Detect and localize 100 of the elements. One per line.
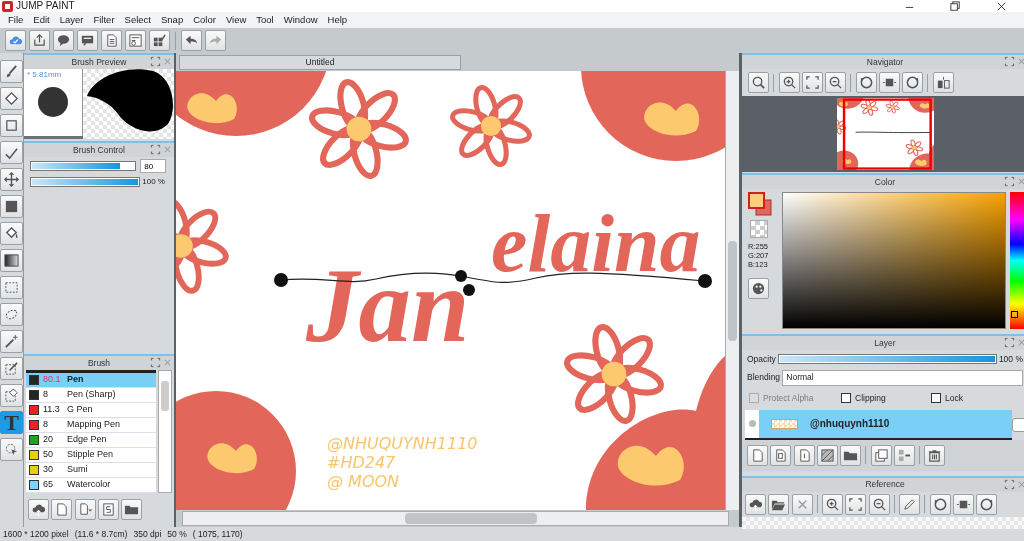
lasso-tool-button[interactable] bbox=[0, 303, 23, 326]
menu-item[interactable]: Color bbox=[188, 12, 221, 28]
rotate-left-button[interactable] bbox=[929, 493, 951, 515]
menu-item[interactable]: View bbox=[220, 12, 252, 28]
selection-eraser-tool-button[interactable] bbox=[0, 384, 23, 407]
paint-bucket-tool-button[interactable] bbox=[0, 222, 23, 245]
menu-item[interactable]: Tool bbox=[251, 12, 279, 28]
brush-list-item[interactable]: 30 Sumi bbox=[26, 463, 156, 478]
flip-button[interactable] bbox=[878, 72, 900, 93]
cloud-upload-button[interactable] bbox=[745, 493, 766, 515]
rotate-left-button[interactable] bbox=[855, 72, 877, 93]
scrollbar-thumb[interactable] bbox=[161, 381, 169, 411]
brush-list-item[interactable]: 50 Stipple Pen bbox=[26, 448, 156, 463]
vertical-scrollbar[interactable] bbox=[725, 71, 739, 510]
palette-button[interactable] bbox=[748, 278, 769, 299]
hatched-page-button[interactable] bbox=[816, 444, 838, 466]
scrollbar[interactable] bbox=[1012, 417, 1024, 432]
save-brush-button[interactable] bbox=[97, 499, 119, 520]
menu-item[interactable]: Filter bbox=[88, 12, 120, 28]
move-arrows-tool-button[interactable] bbox=[0, 168, 23, 191]
layer-row[interactable]: @nhuquynh1110 bbox=[745, 409, 1012, 440]
undo-button[interactable] bbox=[181, 30, 202, 51]
float-panel-icon[interactable] bbox=[1004, 478, 1015, 490]
brush-list-item[interactable]: 11.3 G Pen bbox=[26, 403, 156, 418]
brush-tool-button[interactable] bbox=[0, 60, 23, 83]
zoom-button[interactable] bbox=[748, 72, 769, 93]
checkbox[interactable] bbox=[931, 393, 941, 404]
float-panel-icon[interactable] bbox=[1004, 56, 1015, 67]
zoom-in-button[interactable] bbox=[822, 493, 843, 515]
zoom-in-button[interactable] bbox=[778, 72, 800, 93]
fit-screen-button[interactable] bbox=[801, 72, 823, 93]
pen-button[interactable] bbox=[899, 493, 920, 515]
float-panel-icon[interactable] bbox=[1004, 176, 1015, 187]
brush-list-item[interactable]: 80.1 Pen bbox=[26, 373, 156, 388]
text-tool-button[interactable]: T bbox=[0, 411, 23, 434]
scrollbar-thumb[interactable] bbox=[405, 513, 537, 524]
transparent-swatch[interactable] bbox=[750, 220, 768, 238]
brush-list-item[interactable]: 8 Pen (Sharp) bbox=[26, 388, 156, 403]
hue-slider[interactable] bbox=[1010, 192, 1024, 329]
folder-button[interactable] bbox=[840, 444, 861, 466]
open-folder-button[interactable] bbox=[768, 493, 790, 515]
grid-edit-button[interactable] bbox=[149, 30, 170, 51]
menu-item[interactable]: Edit bbox=[28, 12, 55, 28]
duplicate-button[interactable] bbox=[870, 444, 892, 466]
blending-dropdown[interactable]: Normal bbox=[782, 369, 1023, 386]
page-8bit-button[interactable] bbox=[770, 444, 792, 466]
float-panel-icon[interactable] bbox=[150, 56, 161, 67]
float-panel-icon[interactable] bbox=[150, 357, 161, 368]
page-1bit-button[interactable] bbox=[793, 444, 815, 466]
selection-pen-tool-button[interactable] bbox=[0, 357, 23, 380]
folder-button[interactable] bbox=[121, 499, 142, 520]
trash-button[interactable] bbox=[924, 444, 946, 466]
menu-item[interactable]: Help bbox=[322, 12, 353, 28]
flip-button[interactable] bbox=[952, 493, 974, 515]
opacity-reading: 100 % bbox=[998, 353, 1023, 366]
menu-item[interactable]: File bbox=[3, 12, 29, 28]
zoom-out-button[interactable] bbox=[868, 493, 890, 515]
color-picker-area[interactable] bbox=[782, 192, 1006, 329]
mirror-button[interactable] bbox=[932, 72, 954, 93]
scrollbar[interactable] bbox=[158, 370, 172, 493]
rotate-right-button[interactable] bbox=[976, 493, 997, 515]
color-swatches[interactable] bbox=[748, 192, 772, 216]
zoom-out-button[interactable] bbox=[825, 72, 846, 93]
fit-screen-button[interactable] bbox=[845, 493, 867, 515]
brush-list-item[interactable]: 20 Edge Pen bbox=[26, 433, 156, 448]
menu-item[interactable]: Snap bbox=[156, 12, 189, 28]
brush-list-item[interactable]: 65 Watercolor bbox=[26, 478, 156, 493]
float-panel-icon[interactable] bbox=[1004, 337, 1015, 348]
list-settings-button[interactable] bbox=[125, 30, 146, 51]
cloud-upload-button[interactable] bbox=[28, 499, 49, 520]
square-tool-button[interactable] bbox=[0, 114, 23, 137]
checkbox[interactable] bbox=[841, 393, 851, 404]
filled-square-tool-button[interactable] bbox=[0, 195, 23, 218]
brush-list-item[interactable]: 8 Mapping Pen bbox=[26, 418, 156, 433]
comment-button[interactable] bbox=[77, 30, 98, 51]
value-field[interactable]: 80 bbox=[140, 159, 167, 173]
magic-wand-tool-button[interactable] bbox=[0, 330, 23, 353]
cloud-check-button[interactable] bbox=[5, 30, 26, 51]
merge-button[interactable] bbox=[893, 444, 915, 466]
pointer-tool-button[interactable] bbox=[0, 438, 23, 461]
page-menu-button[interactable] bbox=[74, 499, 96, 520]
hue-slider-thumb[interactable] bbox=[1011, 311, 1018, 319]
rotate-right-button[interactable] bbox=[902, 72, 923, 93]
document-tab[interactable]: Untitled bbox=[179, 55, 461, 70]
float-panel-icon[interactable] bbox=[150, 144, 161, 155]
menu-item[interactable]: Window bbox=[278, 12, 323, 28]
horizontal-scrollbar[interactable] bbox=[182, 511, 729, 526]
menu-item[interactable]: Layer bbox=[54, 12, 89, 28]
new-page-button[interactable] bbox=[51, 499, 73, 520]
new-page-button[interactable] bbox=[747, 444, 768, 466]
slider-track[interactable] bbox=[30, 161, 136, 171]
menu-item[interactable]: Select bbox=[119, 12, 156, 28]
scrollbar-thumb[interactable] bbox=[728, 241, 737, 341]
document-button[interactable] bbox=[101, 30, 122, 51]
eraser-tool-button[interactable] bbox=[0, 87, 23, 110]
gradient-tool-button[interactable] bbox=[0, 249, 23, 272]
canvas-thumbnail[interactable] bbox=[836, 98, 934, 170]
share-button[interactable] bbox=[29, 30, 50, 51]
speech-bubble-button[interactable] bbox=[53, 30, 74, 51]
visibility-toggle[interactable] bbox=[748, 420, 756, 427]
